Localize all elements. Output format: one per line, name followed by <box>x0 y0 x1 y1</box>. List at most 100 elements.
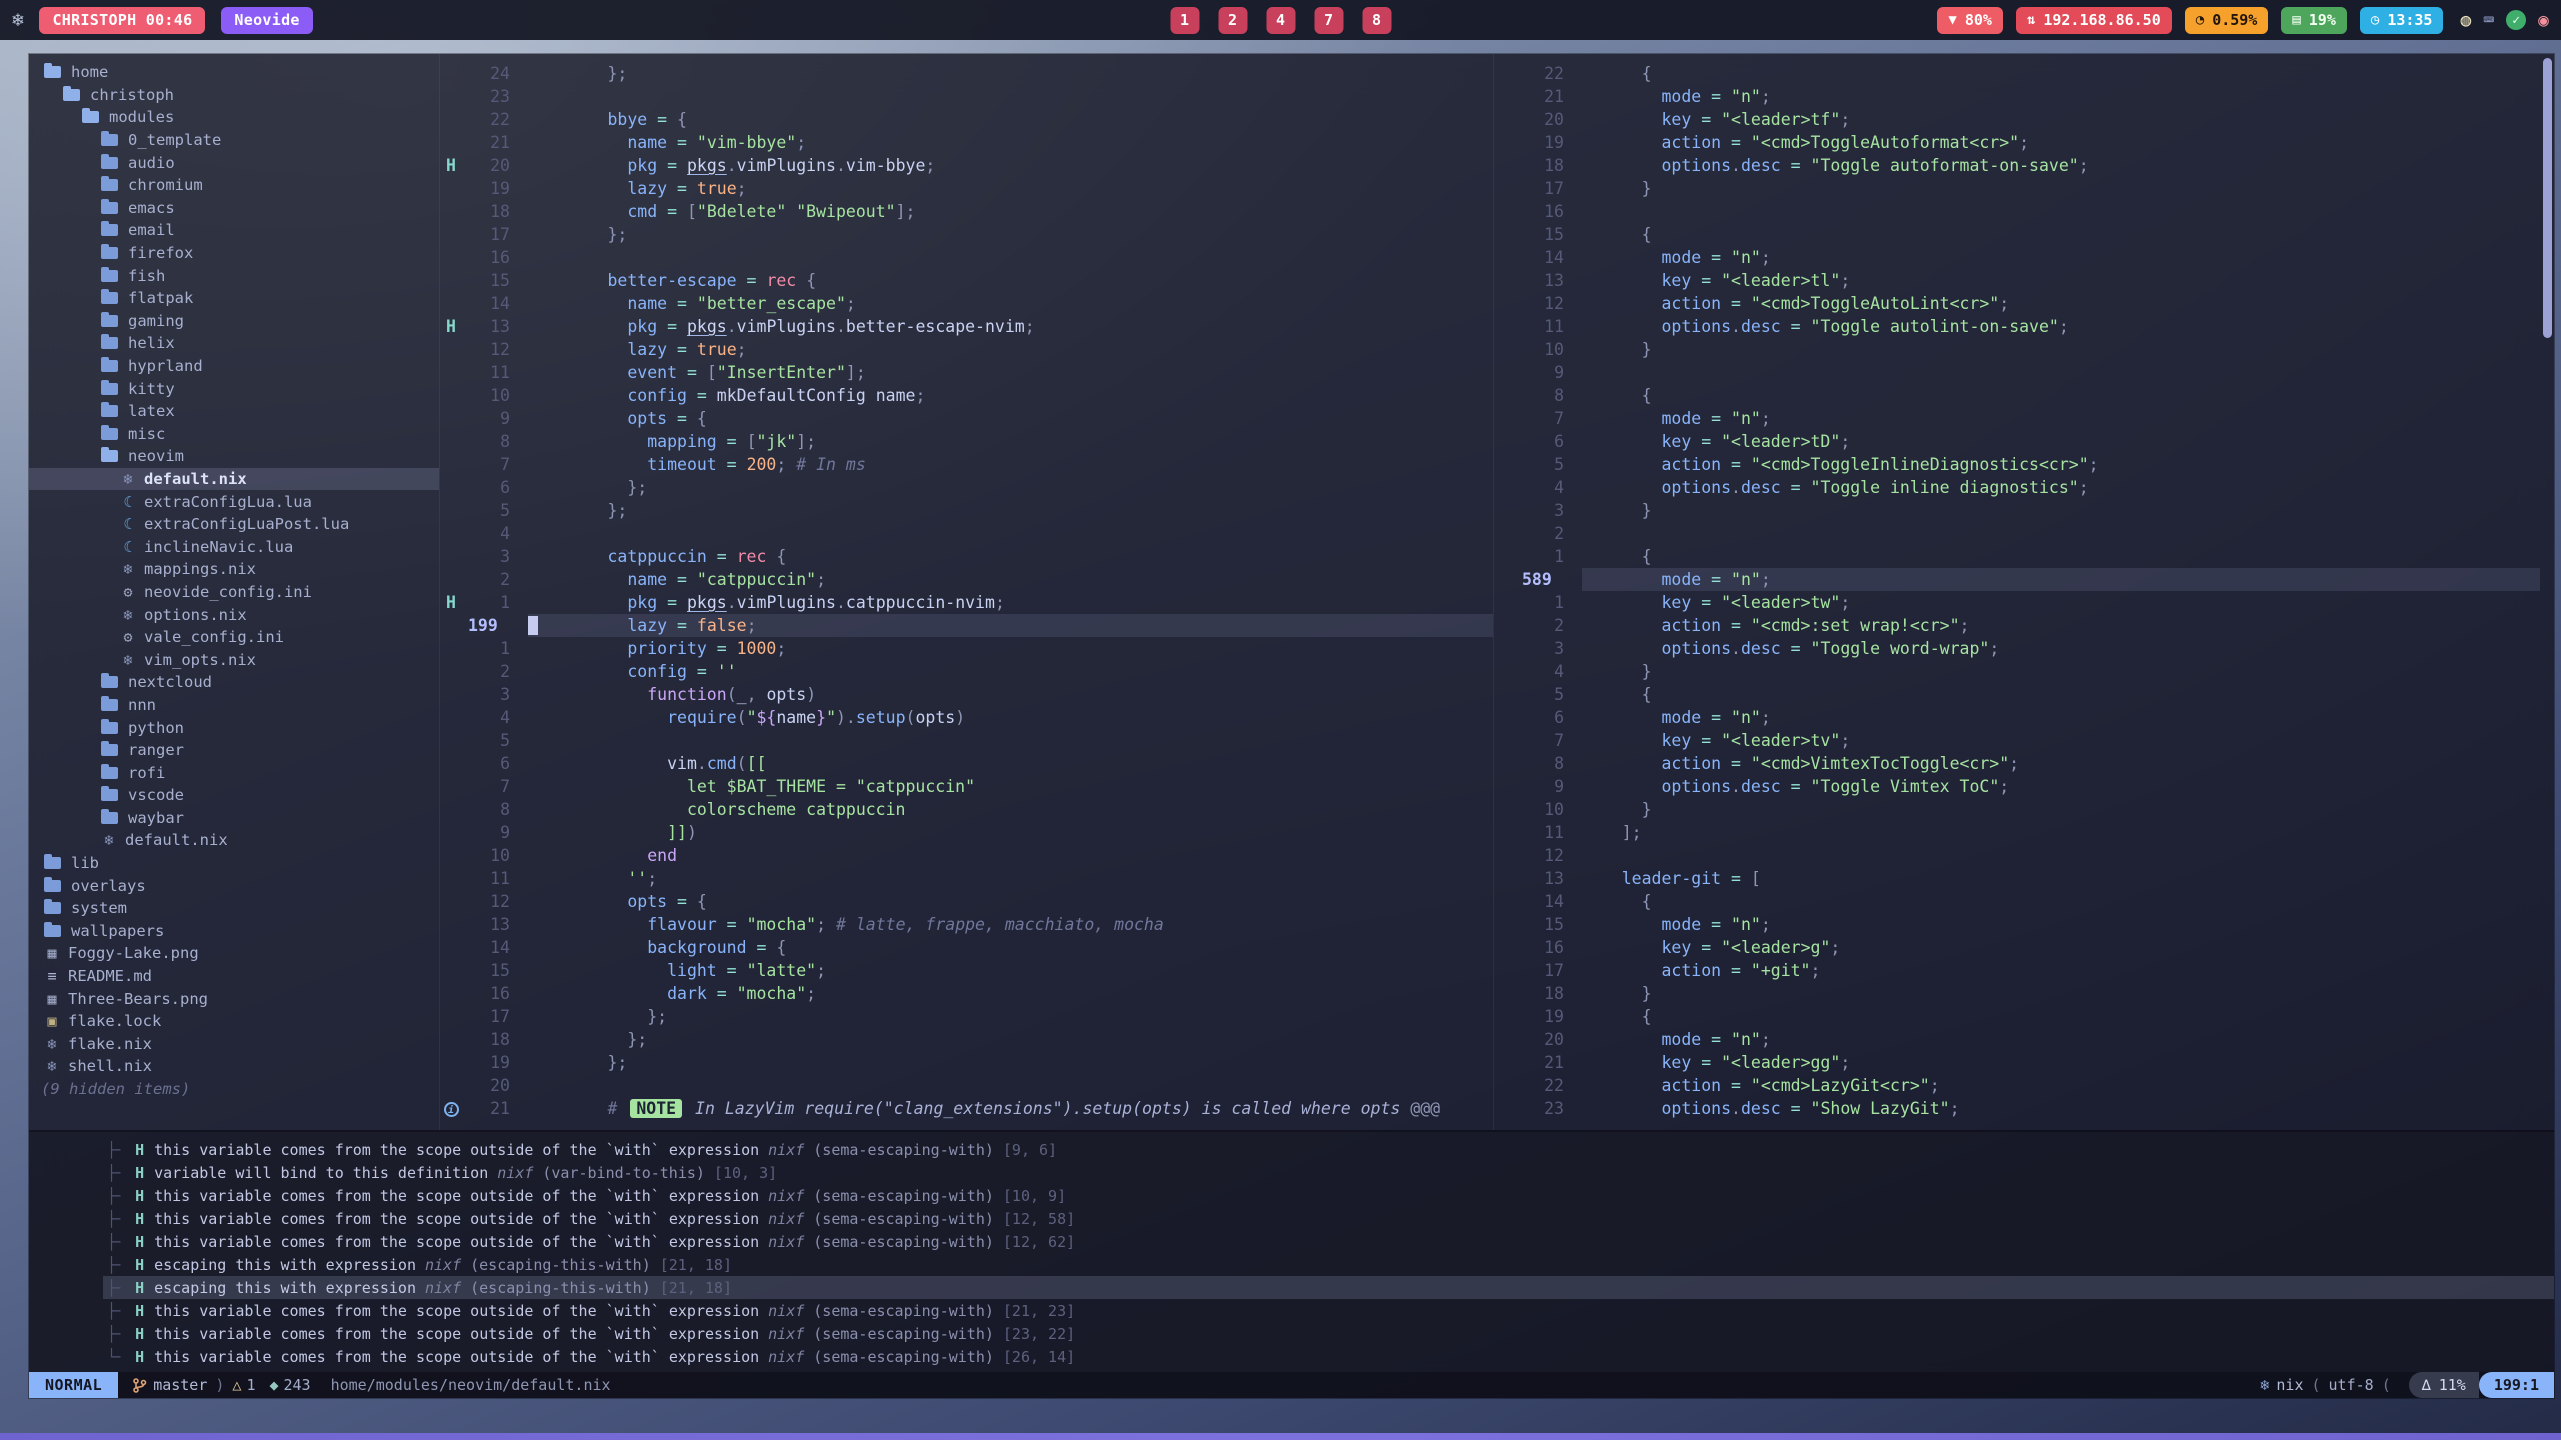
code-line[interactable]: 17 }; <box>440 223 1493 246</box>
code-line[interactable]: H13 pkg = pkgs.vimPlugins.better-escape-… <box>440 315 1493 338</box>
code-line[interactable]: 9 options.desc = "Toggle Vimtex ToC"; <box>1494 775 2540 798</box>
code-line[interactable]: 7 timeout = 200; # In ms <box>440 453 1493 476</box>
code-line[interactable]: 10 } <box>1494 798 2540 821</box>
warning-count[interactable]: △ 1 <box>232 1376 255 1394</box>
code-line[interactable]: 19 action = "<cmd>ToggleAutoformat<cr>"; <box>1494 131 2540 154</box>
tree-item-neovim[interactable]: neovim <box>29 445 439 468</box>
code-line[interactable]: 6 mode = "n"; <box>1494 706 2540 729</box>
code-line[interactable]: 10 end <box>440 844 1493 867</box>
code-line[interactable]: 4 require("${name}").setup(opts) <box>440 706 1493 729</box>
workspace-button-7[interactable]: 7 <box>1314 7 1343 34</box>
tree-item-extraConfigLuaPost.lua[interactable]: ☾extraConfigLuaPost.lua <box>29 513 439 536</box>
tree-item-vscode[interactable]: vscode <box>29 784 439 807</box>
tree-item-misc[interactable]: misc <box>29 423 439 446</box>
code-line[interactable]: 3 options.desc = "Toggle word-wrap"; <box>1494 637 2540 660</box>
code-line[interactable]: 11 ]; <box>1494 821 2540 844</box>
code-line[interactable]: 3 function(_, opts) <box>440 683 1493 706</box>
tree-item-Three-Bears.png[interactable]: ▦Three-Bears.png <box>29 987 439 1010</box>
tree-item-mappings.nix[interactable]: ❄mappings.nix <box>29 558 439 581</box>
distro-logo-icon[interactable]: ❄ <box>12 9 23 31</box>
code-line[interactable]: 11 options.desc = "Toggle autolint-on-sa… <box>1494 315 2540 338</box>
tree-item-audio[interactable]: audio <box>29 151 439 174</box>
code-line[interactable]: 2 <box>1494 522 2540 545</box>
tree-item-vim_opts.nix[interactable]: ❄vim_opts.nix <box>29 648 439 671</box>
code-line[interactable]: 14 name = "better_escape"; <box>440 292 1493 315</box>
code-line[interactable]: 4 } <box>1494 660 2540 683</box>
code-line[interactable]: 21 mode = "n"; <box>1494 85 2540 108</box>
tree-item-wallpapers[interactable]: wallpapers <box>29 920 439 943</box>
diagnostic-row[interactable]: ├╴Hthis variable comes from the scope ou… <box>103 1322 2554 1345</box>
diagnostic-row[interactable]: ├╴Hescaping this with expressionnixf(esc… <box>103 1253 2554 1276</box>
code-line[interactable]: 5 action = "<cmd>ToggleInlineDiagnostics… <box>1494 453 2540 476</box>
code-line[interactable]: 14 mode = "n"; <box>1494 246 2540 269</box>
hint-count[interactable]: ◆ 243 <box>269 1376 310 1394</box>
code-line[interactable]: 8 action = "<cmd>VimtexTocToggle<cr>"; <box>1494 752 2540 775</box>
code-line[interactable]: 22 bbye = { <box>440 108 1493 131</box>
code-line[interactable]: 18 cmd = ["Bdelete" "Bwipeout"]; <box>440 200 1493 223</box>
network-badge[interactable]: ⇅192.168.86.50 <box>2016 7 2172 34</box>
code-line[interactable]: 12 opts = { <box>440 890 1493 913</box>
checkmark-icon[interactable]: ✓ <box>2506 10 2526 30</box>
code-line[interactable]: 10 config = mkDefaultConfig name; <box>440 384 1493 407</box>
code-line[interactable]: 2 config = '' <box>440 660 1493 683</box>
code-line[interactable]: 5 <box>440 729 1493 752</box>
tree-item-Foggy-Lake.png[interactable]: ▦Foggy-Lake.png <box>29 942 439 965</box>
code-line[interactable]: 4 <box>440 522 1493 545</box>
code-line[interactable]: 13 flavour = "mocha"; # latte, frappe, m… <box>440 913 1493 936</box>
code-line[interactable]: 12 action = "<cmd>ToggleAutoLint<cr>"; <box>1494 292 2540 315</box>
code-line[interactable]: 16 dark = "mocha"; <box>440 982 1493 1005</box>
code-line[interactable]: 11 event = ["InsertEnter"]; <box>440 361 1493 384</box>
code-line[interactable]: 16 key = "<leader>g"; <box>1494 936 2540 959</box>
tree-item-modules[interactable]: modules <box>29 106 439 129</box>
code-line[interactable]: 19 lazy = true; <box>440 177 1493 200</box>
tree-item-default.nix[interactable]: ❄default.nix <box>29 829 439 852</box>
code-line[interactable]: 24 }; <box>440 62 1493 85</box>
tree-item-emacs[interactable]: emacs <box>29 197 439 220</box>
tree-item-ranger[interactable]: ranger <box>29 739 439 762</box>
diagnostics-panel[interactable]: ├╴Hthis variable comes from the scope ou… <box>29 1132 2554 1372</box>
tree-item-overlays[interactable]: overlays <box>29 874 439 897</box>
code-line[interactable]: 3 } <box>1494 499 2540 522</box>
cpu-load-badge[interactable]: ◔0.59% <box>2185 7 2269 34</box>
diagnostic-row[interactable]: ├╴Hthis variable comes from the scope ou… <box>103 1207 2554 1230</box>
diagnostic-row[interactable]: ├╴Hthis variable comes from the scope ou… <box>103 1299 2554 1322</box>
power-icon[interactable]: ◉ <box>2538 10 2549 31</box>
code-line[interactable]: 589 mode = "n"; <box>1494 568 2540 591</box>
code-line[interactable]: i21 # NOTE In LazyVim require("clang_ext… <box>440 1097 1493 1120</box>
code-line[interactable]: 8 { <box>1494 384 2540 407</box>
code-line[interactable]: 17 } <box>1494 177 2540 200</box>
scrollbar-thumb[interactable] <box>2543 58 2552 338</box>
memory-badge[interactable]: ▤19% <box>2281 7 2347 34</box>
code-line[interactable]: 15 mode = "n"; <box>1494 913 2540 936</box>
idle-inhibitor-icon[interactable]: ◍ <box>2460 10 2471 31</box>
tree-item-vale_config.ini[interactable]: ⚙vale_config.ini <box>29 626 439 649</box>
git-branch[interactable]: master <box>132 1376 207 1394</box>
diagnostic-row[interactable]: ├╴Hescaping this with expressionnixf(esc… <box>103 1276 2554 1299</box>
tree-item-default.nix[interactable]: ❄default.nix <box>29 468 439 491</box>
code-line[interactable]: 11 ''; <box>440 867 1493 890</box>
code-line[interactable]: 13 leader-git = [ <box>1494 867 2540 890</box>
tree-item-nextcloud[interactable]: nextcloud <box>29 671 439 694</box>
tree-item-extraConfigLua.lua[interactable]: ☾extraConfigLua.lua <box>29 490 439 513</box>
code-line[interactable]: 7 mode = "n"; <box>1494 407 2540 430</box>
tree-item-home[interactable]: home <box>29 61 439 84</box>
code-line[interactable]: 17 }; <box>440 1005 1493 1028</box>
tree-item-firefox[interactable]: firefox <box>29 242 439 265</box>
code-line[interactable]: H1 pkg = pkgs.vimPlugins.catppuccin-nvim… <box>440 591 1493 614</box>
tree-item-gaming[interactable]: gaming <box>29 310 439 333</box>
tree-item-rofi[interactable]: rofi <box>29 761 439 784</box>
code-line[interactable]: 18 } <box>1494 982 2540 1005</box>
tree-item-system[interactable]: system <box>29 897 439 920</box>
tree-item-python[interactable]: python <box>29 716 439 739</box>
code-line[interactable]: 6 }; <box>440 476 1493 499</box>
code-line[interactable]: 16 <box>1494 200 2540 223</box>
code-line[interactable]: 6 key = "<leader>tD"; <box>1494 430 2540 453</box>
tree-item-christoph[interactable]: christoph <box>29 84 439 107</box>
code-line[interactable]: 15 { <box>1494 223 2540 246</box>
code-line[interactable]: H20 pkg = pkgs.vimPlugins.vim-bbye; <box>440 154 1493 177</box>
tree-item-0_template[interactable]: 0_template <box>29 129 439 152</box>
code-line[interactable]: 14 { <box>1494 890 2540 913</box>
battery-badge[interactable]: ▼80% <box>1937 7 2003 34</box>
code-line[interactable]: 3 catppuccin = rec { <box>440 545 1493 568</box>
code-line[interactable]: 2 name = "catppuccin"; <box>440 568 1493 591</box>
